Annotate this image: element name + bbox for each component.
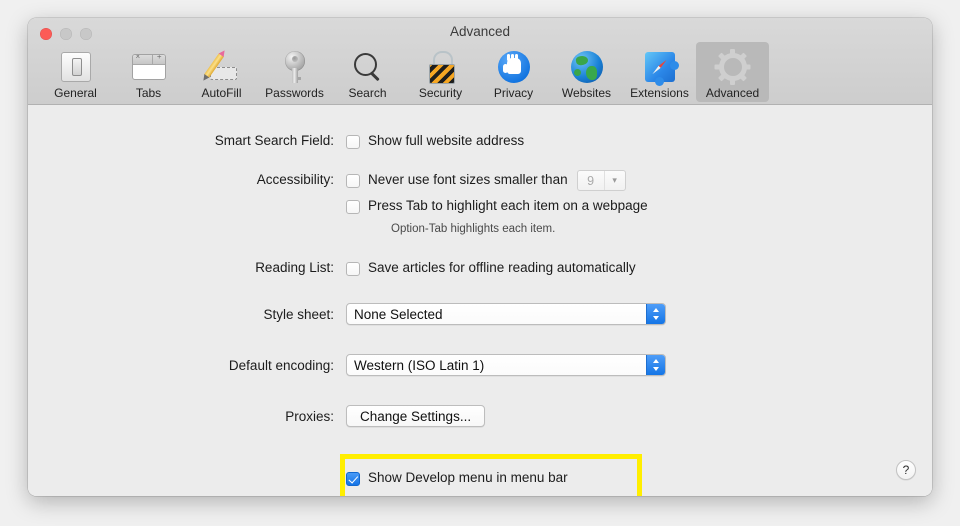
- accessibility-font-size-row: Accessibility: Never use font sizes smal…: [28, 170, 728, 191]
- autofill-icon: [203, 48, 240, 84]
- toolbar-item-extensions[interactable]: Extensions: [623, 42, 696, 102]
- change-settings-button[interactable]: Change Settings...: [346, 405, 486, 427]
- default-encoding-popup-button[interactable]: Western (ISO Latin 1): [346, 354, 666, 376]
- save-articles-offline-checkbox[interactable]: [346, 262, 360, 276]
- proxies-row: Proxies: Change Settings...: [28, 405, 728, 427]
- toolbar-item-security[interactable]: Security: [404, 42, 477, 102]
- highlight-annotation-box: [340, 454, 642, 496]
- smart-search-field-row: Smart Search Field: Show full website ad…: [28, 133, 548, 149]
- search-magnifier-icon: [350, 48, 386, 84]
- accessibility-tab-highlight-row: Press Tab to highlight each item on a we…: [346, 198, 648, 214]
- chevron-updown-icon: [646, 355, 665, 375]
- accessibility-hint-row: Option-Tab highlights each item.: [391, 223, 555, 235]
- security-lock-icon: [423, 48, 459, 84]
- toolbar-item-label: General: [54, 86, 97, 100]
- passwords-key-icon: [277, 48, 313, 84]
- toolbar-item-websites[interactable]: Websites: [550, 42, 623, 102]
- general-icon: [58, 48, 94, 84]
- default-encoding-value: Western (ISO Latin 1): [354, 357, 485, 373]
- never-use-font-sizes-label: Never use font sizes smaller than: [368, 172, 568, 187]
- toolbar-item-label: Extensions: [630, 86, 689, 100]
- toolbar-item-advanced[interactable]: Advanced: [696, 42, 769, 102]
- press-tab-highlight-label: Press Tab to highlight each item on a we…: [368, 198, 648, 213]
- option-tab-hint: Option-Tab highlights each item.: [391, 223, 556, 235]
- toolbar-item-label: Tabs: [135, 86, 162, 100]
- chevron-down-icon: ▾: [603, 171, 625, 190]
- save-articles-offline-label: Save articles for offline reading automa…: [368, 260, 636, 275]
- preferences-toolbar: General Tabs AutoFill Passwords: [39, 40, 769, 102]
- websites-globe-icon: [569, 48, 605, 84]
- reading-list-label: Reading List:: [255, 260, 334, 275]
- minimum-font-size-combobox[interactable]: 9 ▾: [576, 170, 626, 191]
- advanced-gear-icon: [714, 48, 751, 85]
- toolbar-item-privacy[interactable]: Privacy: [477, 42, 550, 102]
- advanced-pane: Smart Search Field: Show full website ad…: [28, 105, 932, 496]
- style-sheet-popup-button[interactable]: None Selected: [346, 303, 666, 325]
- toolbar-item-general[interactable]: General: [39, 42, 112, 102]
- default-encoding-label: Default encoding:: [228, 357, 334, 373]
- toolbar-item-label: Search: [348, 86, 387, 100]
- toolbar-item-autofill[interactable]: AutoFill: [185, 42, 258, 102]
- window-titlebar: Advanced General Tabs AutoFill: [28, 18, 932, 105]
- style-sheet-label: Style sheet:: [263, 306, 334, 322]
- never-use-font-sizes-checkbox[interactable]: [346, 174, 360, 188]
- privacy-hand-icon: [496, 48, 532, 84]
- show-full-website-address-checkbox[interactable]: [346, 135, 360, 149]
- show-full-website-address-label: Show full website address: [368, 133, 525, 148]
- minimum-font-size-value: 9: [587, 173, 595, 188]
- toolbar-item-label: Websites: [561, 86, 612, 100]
- default-encoding-row: Default encoding: Western (ISO Latin 1): [28, 354, 728, 376]
- accessibility-label: Accessibility:: [256, 172, 334, 187]
- toolbar-item-label: Privacy: [493, 86, 534, 100]
- chevron-updown-icon: [646, 304, 665, 324]
- smart-search-field-label: Smart Search Field:: [214, 133, 334, 148]
- style-sheet-row: Style sheet: None Selected: [28, 303, 728, 325]
- extensions-puzzle-icon: [642, 48, 679, 86]
- page-title: Advanced: [449, 24, 511, 39]
- toolbar-item-tabs[interactable]: Tabs: [112, 42, 185, 102]
- style-sheet-value: None Selected: [354, 306, 443, 322]
- toolbar-item-label: Advanced: [705, 86, 760, 100]
- tabs-icon: [131, 48, 167, 84]
- toolbar-item-passwords[interactable]: Passwords: [258, 42, 331, 102]
- toolbar-item-label: Security: [418, 86, 463, 100]
- help-button[interactable]: ?: [896, 460, 916, 480]
- reading-list-row: Reading List: Save articles for offline …: [28, 260, 728, 276]
- press-tab-highlight-checkbox[interactable]: [346, 200, 360, 214]
- preferences-window: Advanced General Tabs AutoFill: [28, 18, 932, 496]
- proxies-label: Proxies:: [285, 408, 334, 424]
- toolbar-item-label: Passwords: [265, 86, 324, 100]
- toolbar-item-label: AutoFill: [201, 86, 242, 100]
- toolbar-item-search[interactable]: Search: [331, 42, 404, 102]
